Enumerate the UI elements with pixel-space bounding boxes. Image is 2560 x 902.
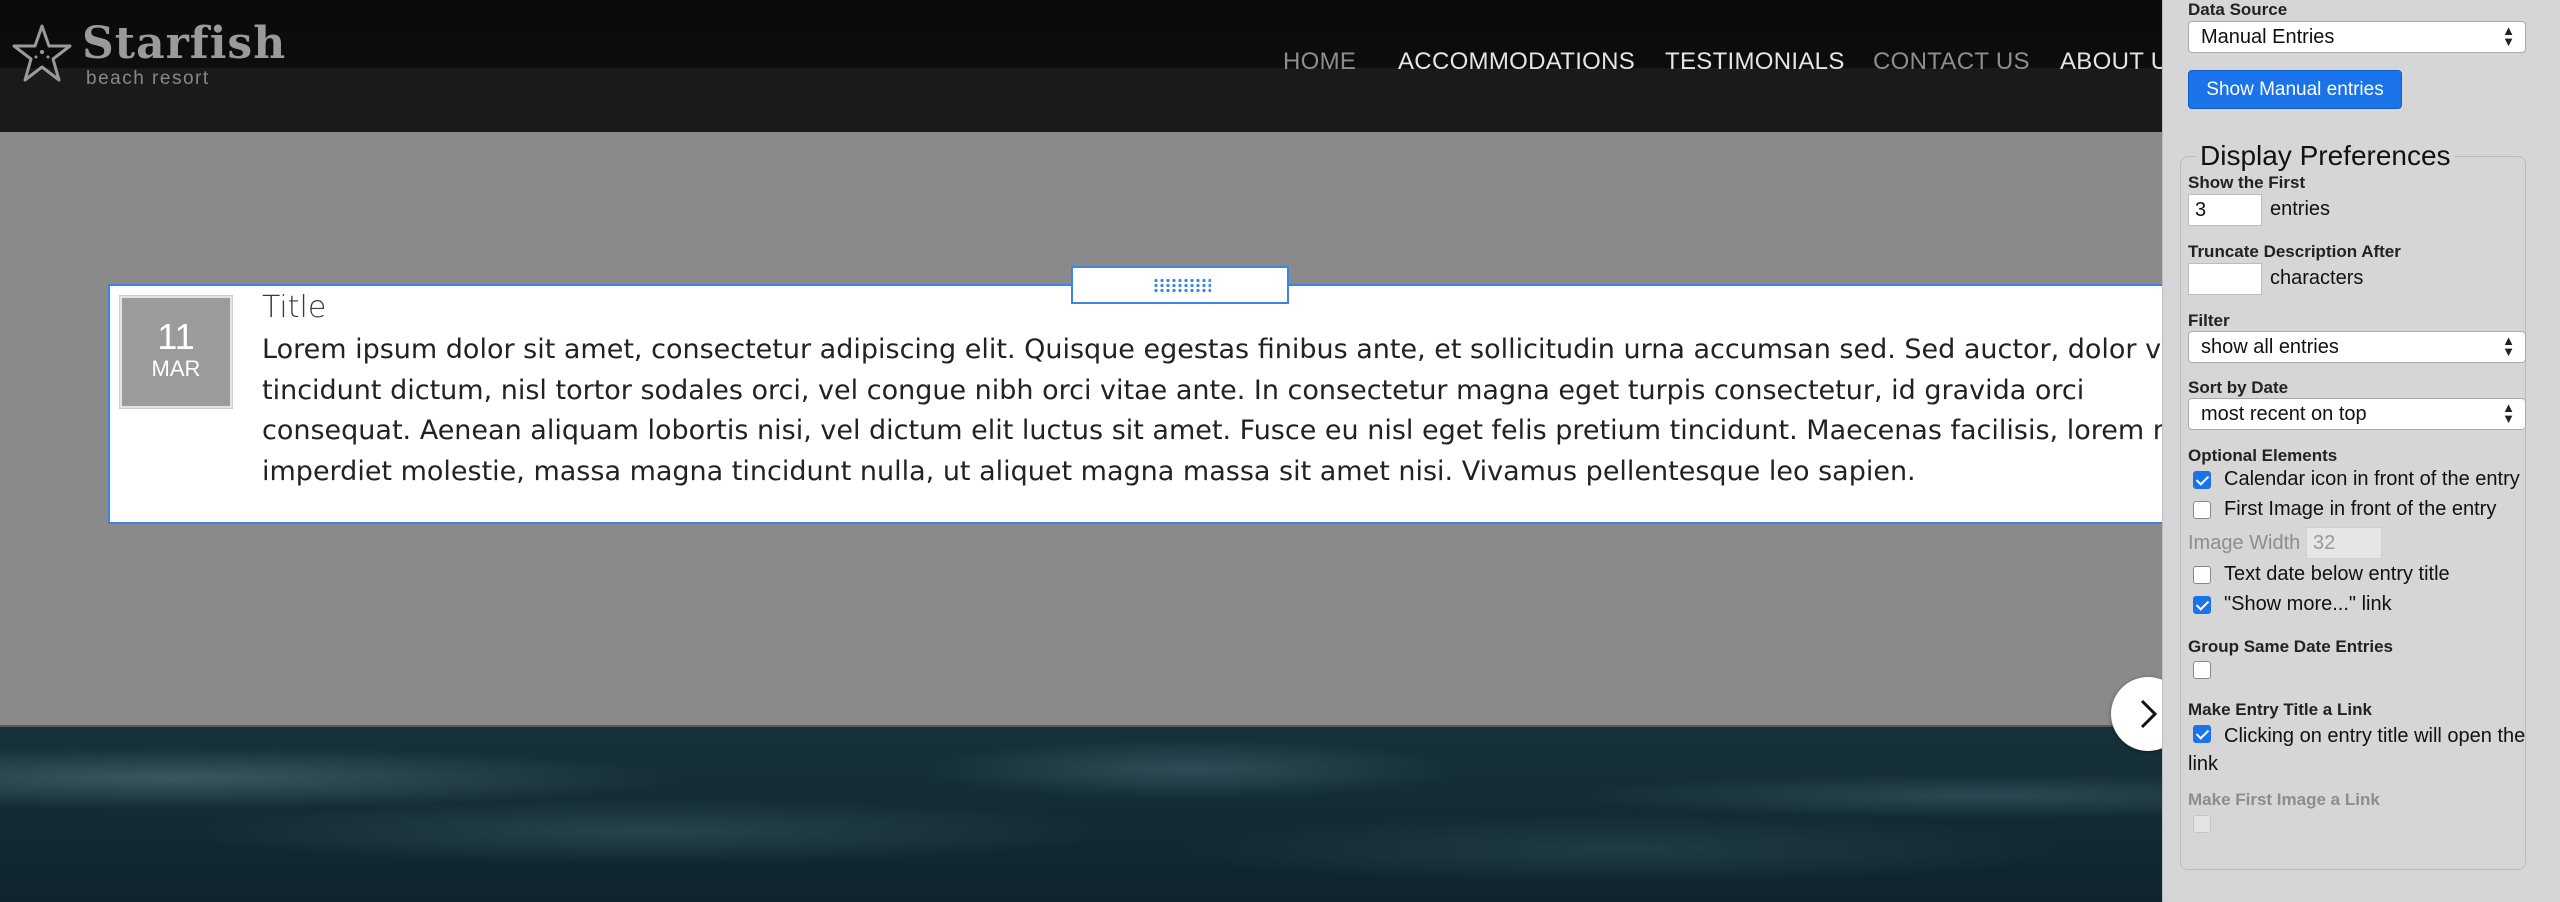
divider [0,725,2162,727]
show-first-unit: entries [2270,198,2331,220]
show-more-option: "Show more..." link [2224,593,2392,615]
first-image-link-checkbox[interactable] [2193,815,2211,833]
select-arrows-icon: ▲ ▼ [2502,400,2515,426]
optional-elements-label: Optional Elements [2188,446,2338,465]
display-preferences-legend: Display Preferences [2196,140,2455,172]
show-more-checkbox[interactable] [2193,596,2211,614]
show-first-label: Show the First [2188,173,2306,192]
text-date-checkbox[interactable] [2193,566,2211,584]
main-nav: HOME ACCOMMODATIONS TESTIMONIALS CONTACT… [0,48,2168,80]
site-header: Starfish beach resort HOME ACCOMMODATION… [0,0,2168,132]
first-image-option: First Image in front of the entry [2224,498,2497,520]
truncate-label: Truncate Description After [2188,242,2401,261]
nav-contact-us[interactable]: CONTACT US [1873,48,2030,76]
sort-value: most recent on top [2201,403,2367,425]
data-source-select[interactable]: Manual Entries ▲ ▼ [2188,21,2526,53]
filter-select[interactable]: show all entries ▲ ▼ [2188,331,2526,363]
first-image-link-label: Make First Image a Link [2188,790,2380,809]
image-width-input[interactable]: 32 [2306,527,2382,559]
sort-label: Sort by Date [2188,378,2289,397]
sort-select[interactable]: most recent on top ▲ ▼ [2188,398,2526,430]
data-source-label: Data Source [2188,0,2288,19]
data-source-value: Manual Entries [2201,26,2335,48]
image-width-label: Image Width [2188,532,2301,554]
truncate-input[interactable] [2188,263,2262,295]
drag-handle[interactable] [1071,266,1289,304]
ocean-background-image [0,725,2162,902]
grip-icon [1153,278,1211,294]
news-entry-widget[interactable]: 11 MAR Title Lorem ipsum dolor sit amet,… [108,284,2162,524]
show-first-input[interactable]: 3 [2188,194,2262,226]
select-arrows-icon: ▲ ▼ [2502,333,2515,359]
select-arrows-icon: ▲ ▼ [2502,23,2515,49]
truncate-unit: characters [2270,267,2364,289]
calendar-date-badge: 11 MAR [120,296,232,408]
show-manual-entries-button[interactable]: Show Manual entries [2188,70,2402,109]
entry-month: MAR [151,356,201,381]
calendar-icon-option: Calendar icon in front of the entry [2224,468,2520,490]
nav-about-us[interactable]: ABOUT U [2060,48,2168,76]
chevron-right-icon [2140,699,2158,729]
entry-day: 11 [157,316,195,357]
group-same-date-checkbox[interactable] [2193,661,2211,679]
title-link-option: Clicking on entry title will open the li… [2188,725,2526,775]
nav-home[interactable]: HOME [1283,48,1356,76]
title-link-label: Make Entry Title a Link [2188,700,2372,719]
filter-label: Filter [2188,311,2230,330]
calendar-icon-checkbox[interactable] [2193,471,2211,489]
filter-value: show all entries [2201,336,2339,358]
nav-testimonials[interactable]: TESTIMONIALS [1665,48,1845,76]
entry-title[interactable]: Title [262,290,326,325]
entry-description: Lorem ipsum dolor sit amet, consectetur … [262,334,2162,487]
nav-accommodations[interactable]: ACCOMMODATIONS [1398,48,1635,76]
group-same-date-label: Group Same Date Entries [2188,637,2394,656]
first-image-checkbox[interactable] [2193,501,2211,519]
text-date-option: Text date below entry title [2224,563,2450,585]
